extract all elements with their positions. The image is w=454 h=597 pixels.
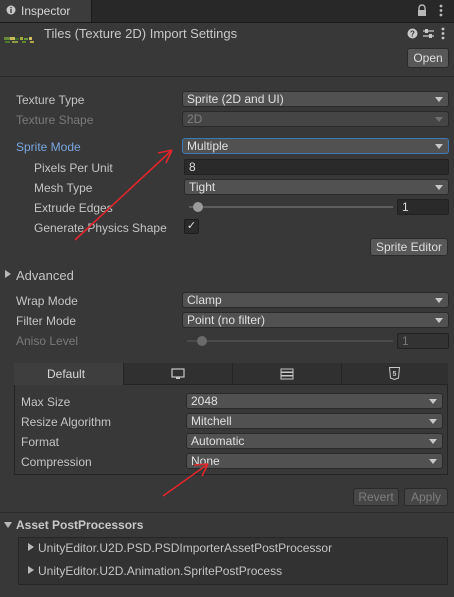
section-divider: [0, 512, 454, 513]
postprocessor-foldout-arrow-icon[interactable]: [28, 543, 34, 551]
sprite-mode-dropdown[interactable]: Multiple: [182, 138, 449, 154]
chevron-down-icon: [435, 117, 443, 122]
page-title: Tiles (Texture 2D) Import Settings: [44, 26, 238, 41]
texture-type-label: Texture Type: [16, 93, 85, 107]
tab-standalone[interactable]: [124, 363, 233, 385]
texture-type-value: Sprite (2D and UI): [187, 92, 284, 106]
resize-algorithm-label: Resize Algorithm: [21, 415, 112, 429]
aniso-level-slider: [187, 340, 393, 342]
extrude-edges-slider[interactable]: [189, 206, 393, 208]
texture-thumbnail-icon: [4, 37, 34, 43]
mesh-type-value: Tight: [189, 180, 216, 194]
server-icon: [280, 368, 294, 380]
list-item[interactable]: UnityEditor.U2D.PSD.PSDImporterAssetPost…: [38, 541, 332, 555]
apply-button[interactable]: Apply: [404, 488, 448, 506]
pixels-per-unit-label: Pixels Per Unit: [34, 161, 113, 175]
preset-icon[interactable]: [422, 27, 435, 40]
extrude-edges-slider-knob[interactable]: [193, 202, 204, 212]
texture-shape-label: Texture Shape: [16, 113, 94, 127]
chevron-down-icon: [435, 97, 443, 102]
extrude-edges-field[interactable]: 1: [397, 199, 449, 215]
format-value: Automatic: [191, 434, 245, 448]
info-icon: [6, 5, 16, 15]
wrap-mode-label: Wrap Mode: [16, 294, 78, 308]
tab-inspector[interactable]: Inspector: [0, 0, 92, 22]
chevron-down-icon: [435, 185, 443, 190]
sprite-mode-value: Multiple: [187, 139, 229, 153]
svg-text:5: 5: [393, 371, 397, 378]
aniso-level-slider-knob: [197, 336, 208, 346]
chevron-down-icon: [429, 459, 437, 464]
aniso-level-field: 1: [397, 333, 449, 349]
list-item[interactable]: UnityEditor.U2D.Animation.SpritePostProc…: [38, 564, 282, 578]
resize-algorithm-dropdown[interactable]: Mitchell: [186, 413, 443, 429]
tab-label: Inspector: [21, 4, 71, 18]
wrap-mode-dropdown[interactable]: Clamp: [182, 292, 449, 308]
texture-type-dropdown[interactable]: Sprite (2D and UI): [182, 91, 449, 107]
chevron-down-icon: [429, 439, 437, 444]
filter-mode-value: Point (no filter): [187, 313, 266, 327]
compression-value: None: [191, 454, 220, 468]
generate-physics-shape-checkbox[interactable]: ✓: [184, 219, 199, 234]
tab-server[interactable]: [233, 363, 342, 385]
generate-physics-shape-label: Generate Physics Shape: [34, 221, 167, 235]
format-label: Format: [21, 435, 60, 449]
filter-mode-dropdown[interactable]: Point (no filter): [182, 312, 449, 328]
max-size-label: Max Size: [21, 395, 71, 409]
header-kebab-menu-icon[interactable]: [441, 27, 445, 40]
texture-shape-value: 2D: [187, 112, 203, 126]
tab-webgl[interactable]: 5: [342, 363, 448, 385]
postprocessor-foldout-arrow-icon[interactable]: [28, 566, 34, 574]
resize-algorithm-value: Mitchell: [191, 414, 232, 428]
lock-icon[interactable]: [416, 4, 428, 17]
mesh-type-dropdown[interactable]: Tight: [184, 179, 449, 195]
kebab-menu-icon[interactable]: [439, 4, 443, 17]
sprite-mode-label: Sprite Mode: [16, 140, 81, 154]
max-size-dropdown[interactable]: 2048: [186, 393, 443, 409]
monitor-icon: [171, 368, 185, 379]
chevron-down-icon: [435, 318, 443, 323]
texture-shape-dropdown: 2D: [182, 111, 449, 127]
postprocessors-foldout-arrow-icon[interactable]: [4, 522, 12, 528]
advanced-foldout-arrow-icon[interactable]: [5, 270, 11, 278]
chevron-down-icon: [429, 399, 437, 404]
chevron-down-icon: [429, 419, 437, 424]
chevron-down-icon: [435, 298, 443, 303]
pixels-per-unit-field[interactable]: 8: [184, 159, 449, 175]
open-button[interactable]: Open: [407, 48, 449, 68]
tab-default-label: Default: [47, 367, 86, 381]
wrap-mode-value: Clamp: [187, 293, 222, 307]
tab-default[interactable]: Default: [14, 363, 124, 385]
sprite-editor-button[interactable]: Sprite Editor: [370, 238, 448, 256]
filter-mode-label: Filter Mode: [16, 314, 77, 328]
html5-icon: 5: [389, 367, 400, 380]
help-icon[interactable]: ?: [407, 28, 418, 39]
mesh-type-label: Mesh Type: [34, 181, 93, 195]
revert-button[interactable]: Revert: [353, 488, 399, 506]
compression-dropdown[interactable]: None: [186, 453, 443, 469]
format-dropdown[interactable]: Automatic: [186, 433, 443, 449]
max-size-value: 2048: [191, 394, 218, 408]
svg-text:?: ?: [410, 30, 415, 39]
chevron-down-icon: [435, 144, 443, 149]
compression-label: Compression: [21, 455, 92, 469]
header-divider: [0, 76, 454, 77]
aniso-level-label: Aniso Level: [16, 334, 79, 348]
advanced-foldout-label[interactable]: Advanced: [16, 268, 74, 283]
extrude-edges-label: Extrude Edges: [34, 201, 113, 215]
postprocessors-title[interactable]: Asset PostProcessors: [16, 518, 143, 532]
